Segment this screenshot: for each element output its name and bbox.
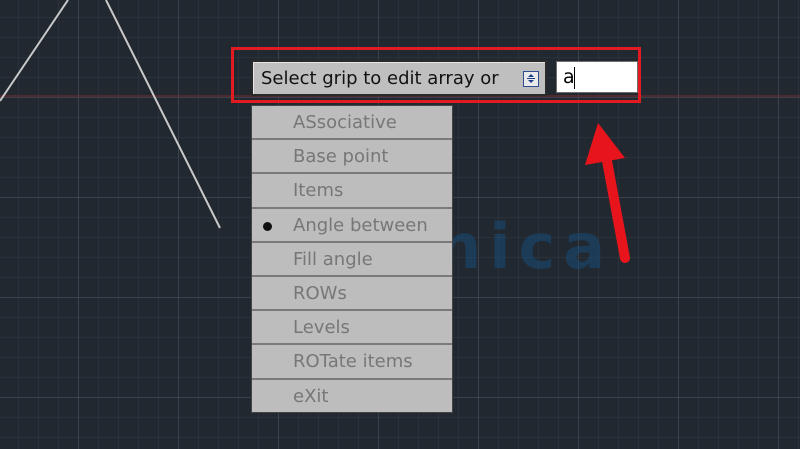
annotation-arrow-icon [585,123,630,263]
